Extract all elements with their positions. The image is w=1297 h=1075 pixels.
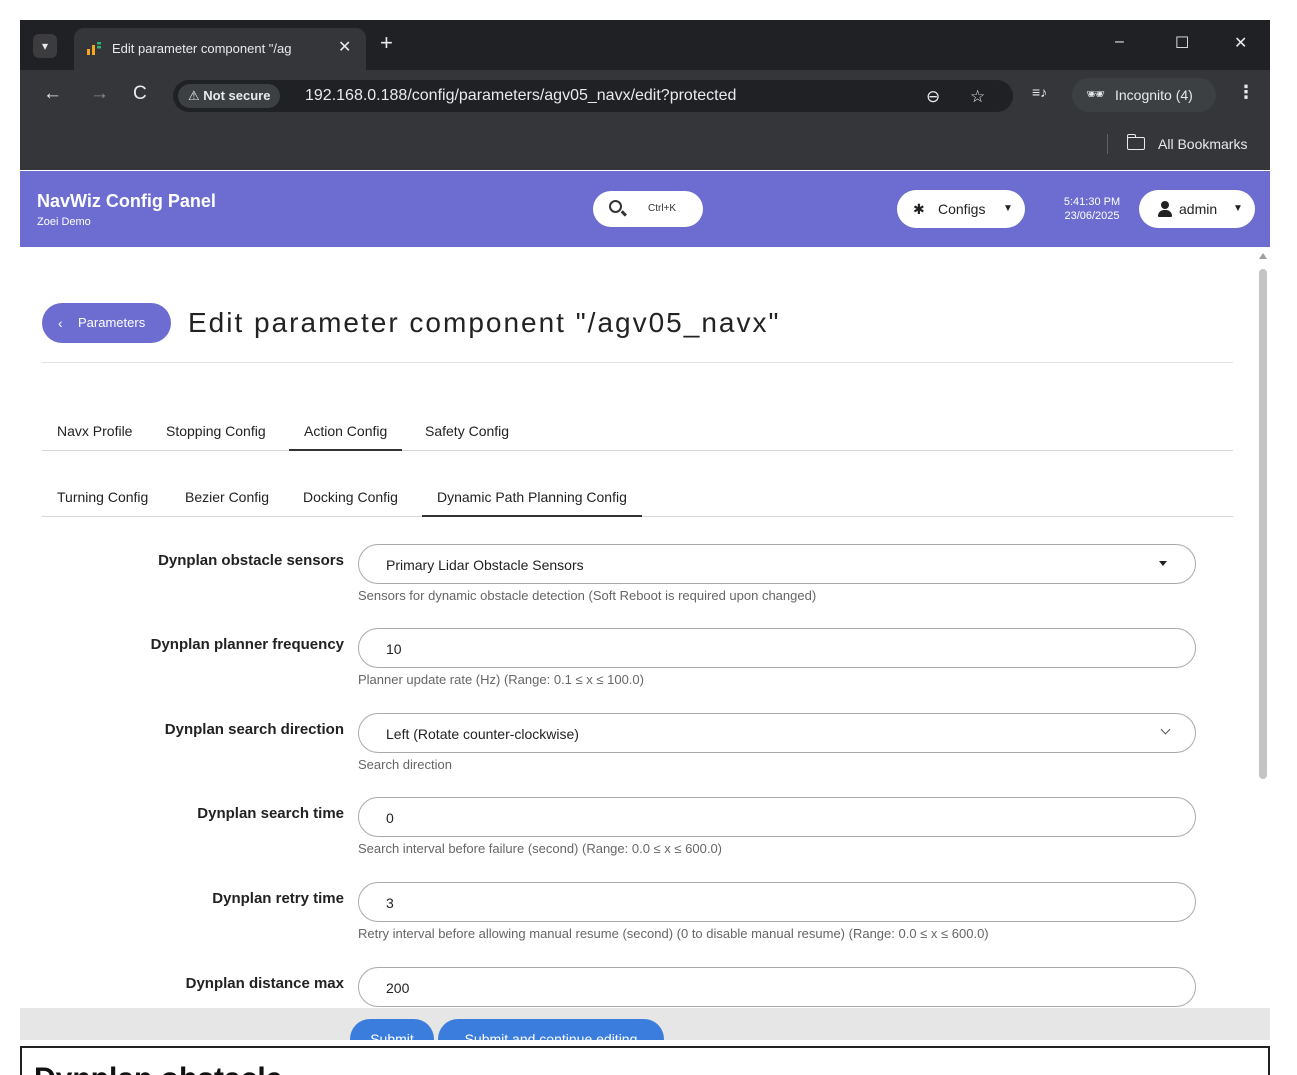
browser-toolbar: ← → C ⚠ Not secure 192.168.0.188/config/… [20,70,1270,120]
bookmarks-separator [1107,134,1108,154]
field-label: Dynplan obstacle sensors [158,552,344,569]
secondary-tabs: Turning Config Bezier Config Docking Con… [42,477,1233,517]
field-help: Search direction [358,757,452,772]
minimize-button[interactable]: – [1115,33,1124,51]
field-label: Dynplan search time [197,805,344,822]
forward-arrow-icon[interactable]: → [90,84,109,104]
incognito-icon: 🕶 [1086,86,1106,103]
page-scrollbar[interactable] [1256,247,1270,1040]
scrollbar-thumb[interactable] [1259,269,1267,779]
caret-down-icon: ▼ [1003,203,1013,214]
site-favicon-icon [87,42,101,55]
scroll-up-arrow-icon[interactable] [1259,253,1267,259]
tab-search-chevron-icon[interactable]: ▾ [33,34,57,58]
caret-down-icon [1159,561,1167,566]
primary-tabs: Navx Profile Stopping Config Action Conf… [42,411,1233,451]
chevron-left-icon: ‹ [58,315,63,331]
caret-down-icon: ▼ [1233,203,1243,214]
tab-title: Edit parameter component "/ag [112,41,292,56]
search-icon [609,200,622,213]
search-shortcut-hint: Ctrl+K [648,203,677,214]
field-label: Dynplan retry time [212,890,344,907]
search-direction-select[interactable]: Left (Rotate counter-clockwise) [358,713,1196,753]
bottom-caption-box: Dynplan obstacle [20,1046,1270,1075]
clock-time: 5:41:30 PM [1063,196,1121,208]
tab-close-icon[interactable]: ✕ [338,37,351,57]
address-bar[interactable]: ⚠ Not secure 192.168.0.188/config/parame… [173,80,1013,112]
field-help: Retry interval before allowing manual re… [358,926,989,941]
submit-and-continue-button[interactable]: Submit and continue editing [438,1019,664,1040]
field-help: Sensors for dynamic obstacle detection (… [358,588,817,603]
configs-label: Configs [938,201,986,217]
tab-dynamic-path-planning-config[interactable]: Dynamic Path Planning Config [422,477,642,517]
browser-tab[interactable]: Edit parameter component "/ag ✕ [74,28,366,70]
field-value: 200 [386,980,410,996]
field-help: Planner update rate (Hz) (Range: 0.1 ≤ x… [358,672,644,687]
field-value: 0 [386,810,394,826]
security-chip[interactable]: ⚠ Not secure [178,84,281,108]
page-title: Edit parameter component "/agv05_navx" [188,307,781,338]
tab-docking-config[interactable]: Docking Config [303,477,398,517]
back-button-label: Parameters [78,315,146,330]
gear-icon: ✱ [913,201,925,217]
submit-bar: Submit Submit and continue editing [20,1008,1270,1040]
clock: 5:41:30 PM 23/06/2025 [1050,195,1134,223]
tab-navx-profile[interactable]: Navx Profile [57,411,132,451]
user-icon [1157,201,1173,217]
incognito-label: Incognito (4) [1115,87,1193,103]
user-menu-button[interactable]: admin ▼ [1139,190,1255,228]
app-header: NavWiz Config Panel Zoei Demo Ctrl+K ✱ C… [20,171,1270,247]
field-help: Search interval before failure (second) … [358,841,723,856]
tab-turning-config[interactable]: Turning Config [57,477,148,517]
tab-action-config[interactable]: Action Config [289,411,403,451]
field-value: 3 [386,895,394,911]
planner-frequency-input[interactable]: 10 [358,628,1196,668]
reading-list-icon[interactable]: ≡♪ [1032,84,1047,100]
field-label: Dynplan planner frequency [150,636,344,653]
maximize-button[interactable]: ☐ [1175,33,1189,53]
security-label: Not secure [203,88,271,103]
search-time-input[interactable]: 0 [358,797,1196,837]
page-content: ‹ Parameters Edit parameter component "/… [20,247,1270,1040]
browser-window: ▾ Edit parameter component "/ag ✕ + – ☐ … [20,20,1270,1040]
back-to-parameters-button[interactable]: ‹ Parameters [42,303,171,343]
submit-button[interactable]: Submit [350,1019,434,1040]
bookmark-star-icon[interactable]: ☆ [970,87,985,107]
user-label: admin [1179,201,1218,217]
chevron-down-icon [1160,724,1171,735]
all-bookmarks-link[interactable]: All Bookmarks [1158,136,1247,152]
tab-strip: ▾ Edit parameter component "/ag ✕ + – ☐ … [20,20,1270,70]
browser-menu-icon[interactable]: ⋮ [1237,82,1255,103]
tab-safety-config[interactable]: Safety Config [425,411,509,451]
reload-icon[interactable]: C [133,84,147,104]
field-value: Left (Rotate counter-clockwise) [386,726,579,742]
configs-menu-button[interactable]: ✱ Configs ▼ [897,190,1025,228]
close-window-button[interactable]: ✕ [1234,33,1247,53]
new-tab-button[interactable]: + [380,32,393,54]
warning-triangle-icon: ⚠ [188,88,204,103]
retry-time-input[interactable]: 3 [358,882,1196,922]
tab-bezier-config[interactable]: Bezier Config [185,477,269,517]
title-divider [42,362,1233,363]
folder-icon [1126,134,1145,150]
search-button[interactable]: Ctrl+K [593,191,703,227]
app-title[interactable]: NavWiz Config Panel [37,191,216,212]
field-value: 10 [386,641,402,657]
url-text[interactable]: 192.168.0.188/config/parameters/agv05_na… [305,87,736,105]
bookmarks-bar: All Bookmarks [20,120,1270,170]
obstacle-sensors-select[interactable]: Primary Lidar Obstacle Sensors [358,544,1196,584]
tab-stopping-config[interactable]: Stopping Config [166,411,266,451]
zoom-icon[interactable]: ⊖ [926,87,940,107]
field-value: Primary Lidar Obstacle Sensors [386,557,584,573]
bottom-caption-text: Dynplan obstacle [34,1062,282,1075]
field-label: Dynplan distance max [185,975,344,992]
back-arrow-icon[interactable]: ← [43,84,62,104]
app-subtitle: Zoei Demo [37,216,91,228]
field-label: Dynplan search direction [164,721,344,738]
clock-date: 23/06/2025 [1064,210,1120,222]
incognito-button[interactable]: 🕶 Incognito (4) [1072,78,1216,112]
distance-max-input[interactable]: 200 [358,967,1196,1007]
